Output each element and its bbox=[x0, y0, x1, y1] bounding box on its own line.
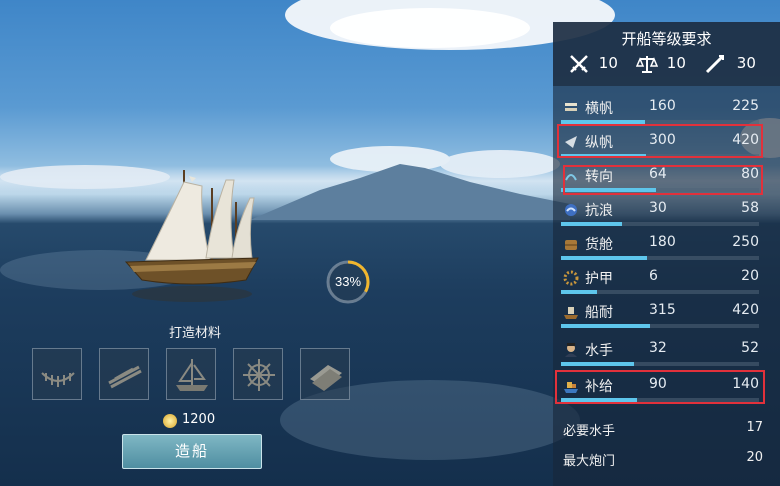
stat-max: 20 bbox=[741, 268, 759, 284]
stat-row-sailors: 水手 32 52 bbox=[559, 336, 775, 368]
stat-row-durability: 船耐 315 420 bbox=[559, 298, 775, 330]
requirements-title: 开船等级要求 bbox=[621, 30, 712, 48]
stat-name: 水手 bbox=[585, 343, 613, 359]
trade-level-value: 10 bbox=[666, 54, 686, 72]
coin-icon bbox=[163, 414, 177, 428]
stat-bar-fill bbox=[561, 256, 647, 260]
required-sailors-row: 必要水手 17 bbox=[563, 420, 763, 439]
stat-max: 52 bbox=[741, 340, 759, 356]
build-cost: 1200 bbox=[182, 412, 216, 427]
stat-current: 32 bbox=[649, 340, 667, 356]
stat-bar-track bbox=[561, 222, 759, 226]
stat-max: 420 bbox=[732, 302, 759, 318]
stat-row-wave-resist: 抗浪 30 58 bbox=[559, 196, 775, 228]
stat-name: 货舱 bbox=[585, 237, 613, 253]
crossed-swords-icon bbox=[570, 54, 588, 73]
stat-name: 船耐 bbox=[585, 305, 613, 321]
scales-icon bbox=[635, 55, 659, 73]
material-slot-planks[interactable] bbox=[99, 348, 149, 400]
material-slot-helm-wheel[interactable] bbox=[233, 348, 283, 400]
stat-bar-track bbox=[561, 256, 759, 260]
max-gunports-row: 最大炮门 20 bbox=[563, 450, 763, 469]
highlight-box-lateen-sail bbox=[557, 124, 763, 158]
wave-icon bbox=[565, 204, 577, 216]
progress-percent: 33% bbox=[334, 274, 362, 289]
helm-wheel-icon bbox=[243, 359, 275, 391]
stat-name: 横帆 bbox=[585, 101, 613, 117]
explore-level-value: 30 bbox=[736, 54, 756, 72]
stat-current: 180 bbox=[649, 234, 676, 250]
hull-frame-icon bbox=[41, 372, 75, 387]
stat-bar-fill bbox=[561, 290, 597, 294]
stat-row-cargo: 货舱 180 250 bbox=[559, 230, 775, 262]
stat-bar-track bbox=[561, 290, 759, 294]
stat-bar-track bbox=[561, 362, 759, 366]
materials-title: 打造材料 bbox=[168, 326, 221, 341]
progress-indicator: 33% bbox=[324, 258, 372, 306]
stat-name: 护甲 bbox=[585, 271, 613, 287]
build-ship-button[interactable]: 造船 bbox=[122, 434, 262, 469]
highlight-box-turning bbox=[563, 165, 763, 195]
stat-max: 250 bbox=[732, 234, 759, 250]
stat-bar-track bbox=[561, 324, 759, 328]
material-slot-hull-frame[interactable] bbox=[32, 348, 82, 400]
explore-level-requirement: 30 bbox=[704, 52, 756, 74]
max-gunports-value: 20 bbox=[746, 450, 763, 465]
stat-row-square-sail: 横帆 160 225 bbox=[559, 94, 775, 126]
cargo-icon bbox=[565, 240, 577, 250]
stat-bar-fill bbox=[561, 222, 623, 226]
combat-level-value: 10 bbox=[598, 54, 618, 72]
stat-max: 58 bbox=[741, 200, 759, 216]
square-sail-icon bbox=[565, 103, 577, 111]
stat-current: 6 bbox=[649, 268, 658, 284]
required-sailors-value: 17 bbox=[746, 420, 763, 435]
durability-icon bbox=[564, 307, 578, 319]
stat-row-armor: 护甲 6 20 bbox=[559, 264, 775, 296]
ship-icon bbox=[124, 170, 259, 302]
highlight-box-supply bbox=[555, 370, 765, 404]
stat-current: 160 bbox=[649, 98, 676, 114]
ship-icon bbox=[176, 359, 208, 391]
mountain bbox=[250, 164, 570, 220]
stat-current: 315 bbox=[649, 302, 676, 318]
planks-icon bbox=[108, 365, 142, 389]
material-slot-ship[interactable] bbox=[166, 348, 216, 400]
cloud bbox=[330, 8, 530, 48]
stat-bar-fill bbox=[561, 362, 635, 366]
spyglass-icon bbox=[705, 54, 725, 73]
max-gunports-label: 最大炮门 bbox=[563, 454, 616, 469]
required-sailors-label: 必要水手 bbox=[563, 424, 616, 439]
armor-icon bbox=[563, 270, 579, 286]
stat-max: 225 bbox=[732, 98, 759, 114]
stat-current: 30 bbox=[649, 200, 667, 216]
cloth-icon bbox=[310, 365, 342, 391]
stat-name: 抗浪 bbox=[585, 203, 613, 219]
sailor-icon bbox=[565, 343, 577, 357]
trade-level-requirement: 10 bbox=[635, 52, 686, 74]
stat-bar-fill bbox=[561, 324, 651, 328]
combat-level-requirement: 10 bbox=[568, 52, 618, 74]
material-slot-cloth[interactable] bbox=[300, 348, 350, 400]
game-scene: 33% 打造材料 1200 造船 开船等级要求 10 10 30 横帆 160 … bbox=[0, 0, 780, 486]
